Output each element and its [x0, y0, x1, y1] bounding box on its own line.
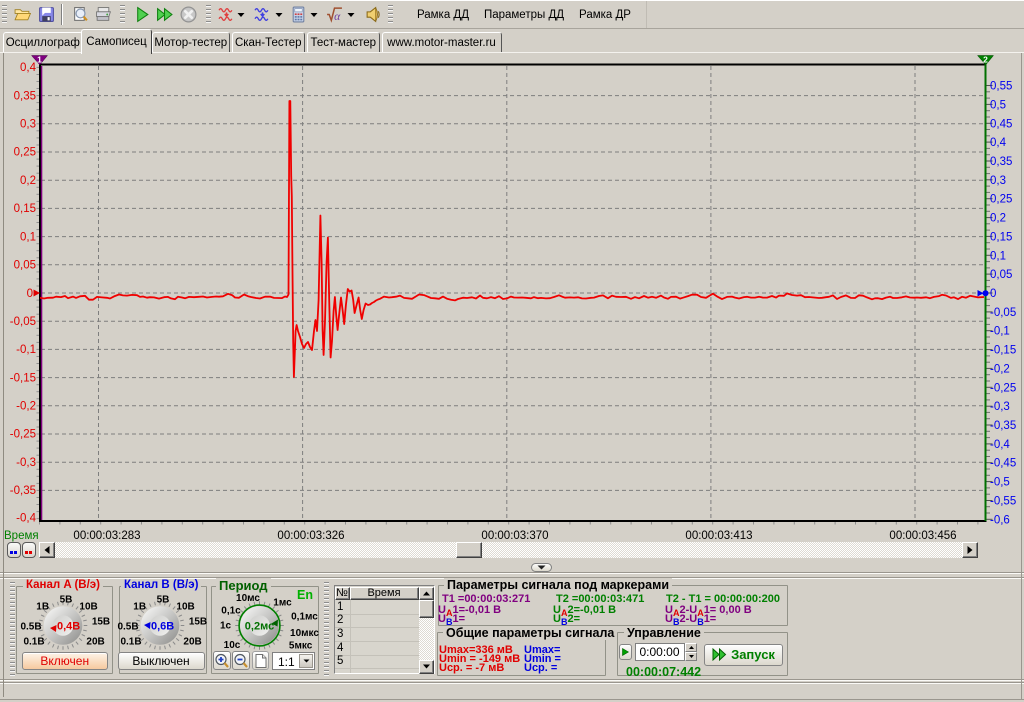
svg-text:0,4: 0,4 [990, 137, 1007, 149]
svg-text:α: α [334, 10, 341, 23]
svg-text:-0,6: -0,6 [990, 514, 1010, 526]
svg-text:0,4: 0,4 [20, 62, 37, 74]
svg-text:1В: 1В [36, 602, 49, 613]
svg-text:10мкс: 10мкс [290, 628, 319, 639]
svg-text:0,6В: 0,6В [151, 621, 174, 633]
svg-text:1: 1 [37, 55, 42, 65]
svg-text:-0,15: -0,15 [10, 372, 36, 384]
svg-text:0,2: 0,2 [990, 213, 1006, 225]
svg-text:0.1В: 0.1В [120, 637, 141, 648]
svg-text:15В: 15В [189, 617, 207, 628]
svg-text:10В: 10В [79, 602, 97, 613]
svg-text:0,1: 0,1 [990, 250, 1006, 262]
svg-text:0,4В: 0,4В [57, 621, 80, 633]
svg-text:-0,3: -0,3 [990, 401, 1010, 413]
svg-text:-0,3: -0,3 [16, 457, 36, 469]
svg-text:0,45: 0,45 [990, 118, 1012, 130]
svg-text:-0,35: -0,35 [10, 485, 36, 497]
svg-text:-0,1: -0,1 [16, 344, 36, 356]
svg-text:0.5В: 0.5В [117, 622, 138, 633]
svg-text:1мс: 1мс [273, 598, 292, 609]
svg-text:-0,2: -0,2 [990, 363, 1010, 375]
svg-text:1с: 1с [220, 621, 232, 632]
svg-text:0,5: 0,5 [990, 99, 1006, 111]
svg-text:5В: 5В [157, 595, 170, 606]
svg-text:-0,15: -0,15 [990, 345, 1016, 357]
svg-text:0,05: 0,05 [14, 260, 36, 272]
svg-text:0,1мс: 0,1мс [291, 612, 318, 623]
svg-text:10мс: 10мс [236, 593, 260, 604]
svg-text:0,15: 0,15 [990, 231, 1012, 243]
svg-text:0,25: 0,25 [14, 147, 36, 159]
svg-text:0.1В: 0.1В [23, 637, 44, 648]
svg-text:-0,55: -0,55 [990, 496, 1016, 508]
svg-text:0,2: 0,2 [20, 175, 36, 187]
svg-text:-0,2: -0,2 [16, 401, 36, 413]
svg-text:1В: 1В [133, 602, 146, 613]
svg-text:0,1: 0,1 [20, 231, 36, 243]
svg-text:15В: 15В [92, 617, 110, 628]
svg-text:0,25: 0,25 [990, 194, 1012, 206]
svg-text:0,35: 0,35 [14, 90, 36, 102]
svg-text:2: 2 [983, 55, 988, 65]
svg-text:-0,25: -0,25 [990, 382, 1016, 394]
svg-text:10с: 10с [224, 640, 241, 651]
svg-text:-0,45: -0,45 [990, 458, 1016, 470]
svg-text:-0,05: -0,05 [10, 316, 36, 328]
svg-text:-0,4: -0,4 [990, 439, 1010, 451]
svg-text:-0,05: -0,05 [990, 307, 1016, 319]
svg-text:5мкс: 5мкс [289, 641, 313, 652]
svg-text:-0,35: -0,35 [990, 420, 1016, 432]
svg-text:0: 0 [27, 288, 33, 300]
svg-text:-0,5: -0,5 [990, 477, 1010, 489]
svg-text:-0,4: -0,4 [16, 513, 36, 525]
svg-text:20В: 20В [183, 637, 201, 648]
svg-text:5В: 5В [60, 595, 73, 606]
svg-text:0,55: 0,55 [990, 81, 1012, 93]
svg-text:0,05: 0,05 [990, 269, 1012, 281]
svg-text:10В: 10В [176, 602, 194, 613]
svg-text:-0,1: -0,1 [990, 326, 1010, 338]
svg-text:0,15: 0,15 [14, 203, 36, 215]
svg-text:-0,25: -0,25 [10, 429, 36, 441]
svg-text:0,35: 0,35 [990, 156, 1012, 168]
svg-text:0,1с: 0,1с [221, 606, 241, 617]
svg-text:0,2мс: 0,2мс [245, 621, 274, 633]
svg-text:0,3: 0,3 [20, 119, 36, 131]
svg-text:0.5В: 0.5В [20, 622, 41, 633]
svg-text:0: 0 [990, 288, 996, 300]
svg-text:20В: 20В [86, 637, 104, 648]
svg-text:0,3: 0,3 [990, 175, 1006, 187]
